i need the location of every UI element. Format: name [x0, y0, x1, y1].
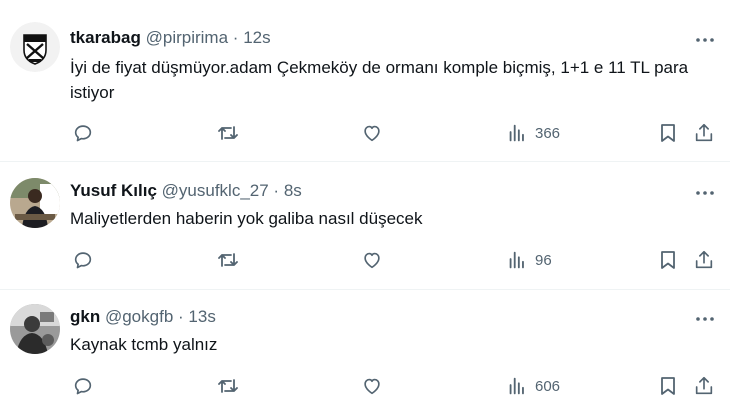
user-handle[interactable]: @yusufklc_27: [162, 181, 269, 200]
share-button[interactable]: [693, 371, 715, 401]
crest-avatar: [10, 22, 60, 72]
reply-button[interactable]: [72, 371, 94, 401]
share-icon: [695, 250, 713, 269]
grayscale-photo-avatar: [10, 304, 60, 354]
action-bar: 96: [70, 245, 720, 275]
retweet-button[interactable]: [216, 118, 240, 148]
user-name[interactable]: tkarabag: [70, 28, 141, 47]
bookmark-icon: [661, 377, 675, 395]
reply-button[interactable]: [72, 245, 94, 275]
user-handle[interactable]: @gokgfb: [105, 307, 173, 326]
avatar[interactable]: [10, 22, 60, 72]
views-count: 606: [535, 377, 561, 395]
user-handle[interactable]: @pirpirima: [146, 28, 228, 47]
user-name[interactable]: gkn: [70, 307, 100, 326]
bookmark-button[interactable]: [658, 118, 678, 148]
views-count: 96: [535, 251, 552, 269]
like-button[interactable]: [361, 371, 383, 401]
retweet-button[interactable]: [216, 371, 240, 401]
more-dots-icon[interactable]: [694, 308, 716, 330]
like-icon: [364, 378, 380, 395]
tweet-text: Kaynak tcmb yalnız: [70, 335, 218, 354]
tweet[interactable]: Yusuf Kılıç @yusufklc_27 · 8s Maliyetler…: [0, 162, 730, 290]
bookmark-button[interactable]: [658, 245, 678, 275]
reply-button[interactable]: [72, 118, 94, 148]
like-icon: [364, 125, 380, 142]
user-name[interactable]: Yusuf Kılıç: [70, 181, 157, 200]
tweet-text: Maliyetlerden haberin yok galiba nasıl d…: [70, 209, 423, 228]
reply-icon: [74, 125, 92, 142]
reply-icon: [74, 378, 92, 395]
separator-dot: ·: [273, 181, 280, 200]
views-count: 366: [535, 124, 561, 142]
action-bar: 606: [70, 371, 720, 401]
avatar[interactable]: [10, 178, 60, 228]
views-icon: [509, 377, 524, 395]
views-button[interactable]: 366: [506, 118, 560, 148]
reply-icon: [74, 252, 92, 269]
tweet-header: gkn @gokgfb · 13s: [70, 307, 216, 327]
tweet-header: tkarabag @pirpirima · 12s: [70, 28, 271, 48]
share-button[interactable]: [693, 118, 715, 148]
tweet-header: Yusuf Kılıç @yusufklc_27 · 8s: [70, 181, 302, 201]
more-dots-icon[interactable]: [694, 182, 716, 204]
views-icon: [509, 251, 524, 269]
separator-dot: ·: [178, 307, 184, 326]
timestamp[interactable]: 13s: [188, 307, 215, 326]
share-icon: [695, 376, 713, 395]
like-button[interactable]: [361, 245, 383, 275]
views-icon: [509, 124, 524, 142]
views-button[interactable]: 606: [506, 371, 560, 401]
action-bar: 366: [70, 118, 720, 148]
bookmark-icon: [661, 251, 675, 269]
views-button[interactable]: 96: [506, 245, 552, 275]
more-dots-icon[interactable]: [694, 29, 716, 51]
avatar[interactable]: [10, 304, 60, 354]
timestamp[interactable]: 12s: [243, 28, 270, 47]
like-icon: [364, 252, 380, 269]
tweet[interactable]: tkarabag @pirpirima · 12s İyi de fiyat d…: [0, 0, 730, 162]
share-button[interactable]: [693, 245, 715, 275]
tweet[interactable]: gkn @gokgfb · 13s Kaynak tcmb yalnız 606: [0, 290, 730, 420]
retweet-button[interactable]: [216, 245, 240, 275]
retweet-icon: [218, 126, 238, 140]
bookmark-icon: [661, 124, 675, 142]
photo-avatar: [10, 178, 60, 228]
bookmark-button[interactable]: [658, 371, 678, 401]
share-icon: [695, 123, 713, 142]
timestamp[interactable]: 8s: [284, 181, 302, 200]
tweet-text: İyi de fiyat düşmüyor.adam Çekmeköy de o…: [70, 58, 689, 102]
separator-dot: ·: [232, 28, 239, 47]
like-button[interactable]: [361, 118, 383, 148]
retweet-icon: [218, 253, 238, 267]
retweet-icon: [218, 379, 238, 393]
